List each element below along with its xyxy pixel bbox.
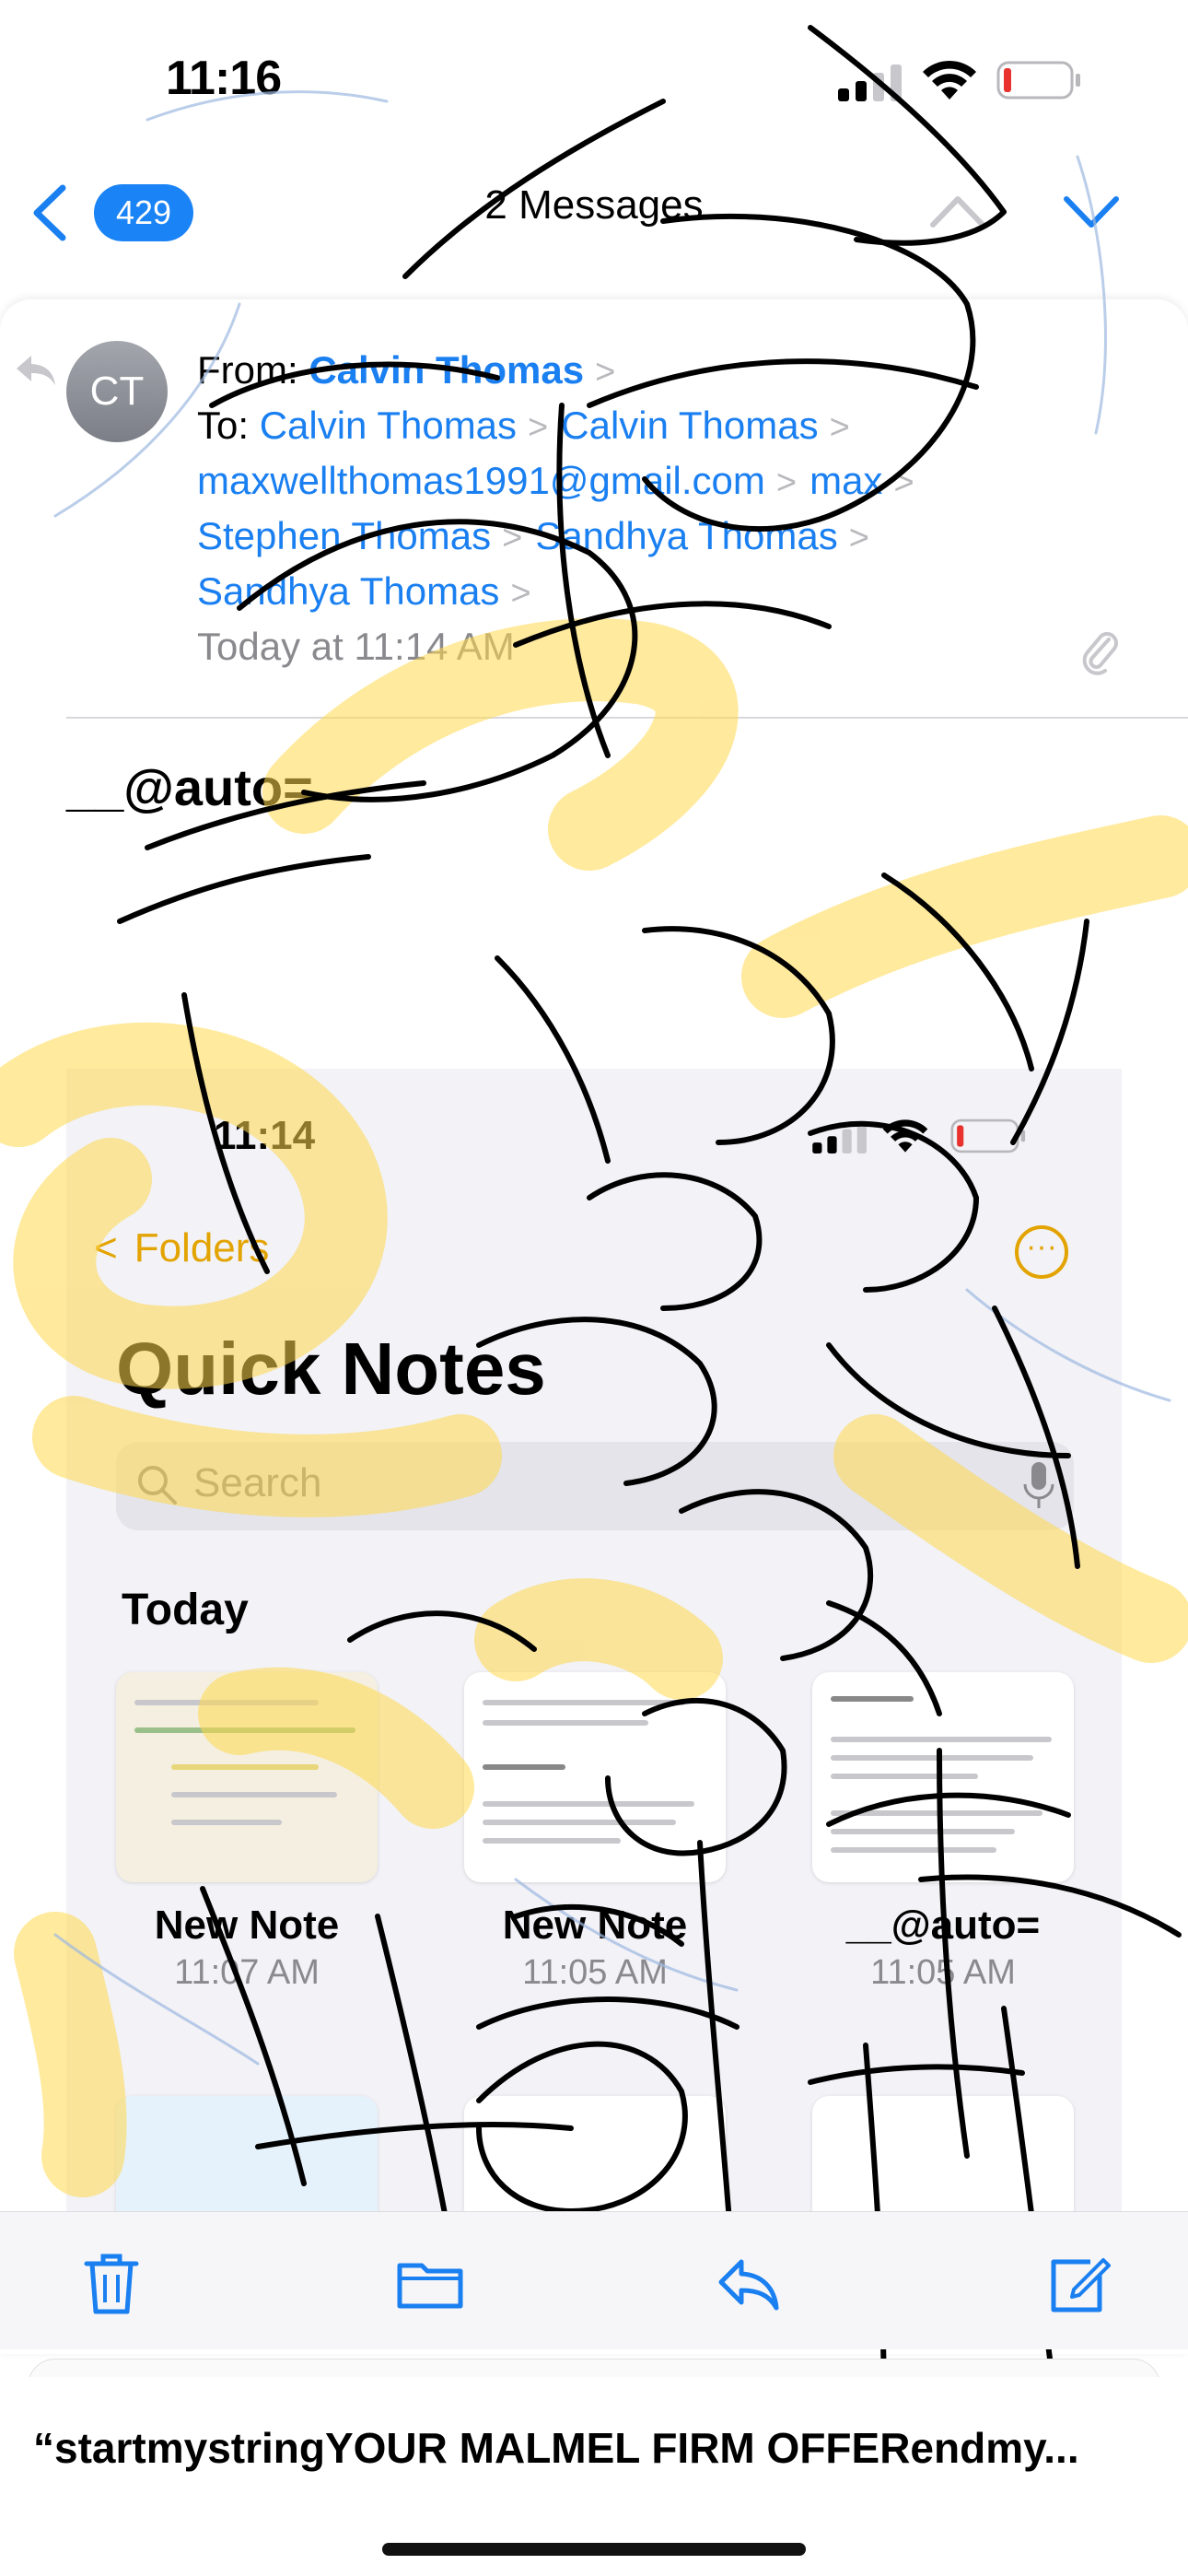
replied-arrow-icon <box>17 356 55 385</box>
sender-name[interactable]: Calvin Thomas <box>309 348 584 392</box>
from-label: From: <box>197 348 298 392</box>
header-divider <box>66 717 1188 719</box>
folder-icon[interactable] <box>396 2249 464 2317</box>
note-thumbnail <box>812 1672 1074 1882</box>
chevron-right-icon: > <box>528 408 549 447</box>
note-time: 11:07 AM <box>174 1953 320 1992</box>
chevron-right-icon: > <box>893 463 914 502</box>
chevron-right-icon: > <box>829 408 850 447</box>
cellular-signal-icon <box>812 1122 867 1153</box>
chevron-right-icon: > <box>502 519 523 557</box>
recipient[interactable]: maxwellthomas1991@gmail.com <box>197 459 765 502</box>
recipients-line: Sandhya Thomas > <box>197 564 1155 619</box>
note-thumbnail <box>812 2096 1074 2211</box>
next-message-chevron-icon[interactable] <box>1059 184 1124 240</box>
note-thumbnail <box>116 2096 378 2211</box>
status-time: 11:16 <box>166 52 282 105</box>
recipient[interactable]: Calvin Thomas <box>260 404 517 447</box>
note-title: New Note <box>502 1903 688 1948</box>
nav-title: 2 Messages <box>484 182 704 228</box>
search-icon <box>138 1466 177 1505</box>
recipients-line: Stephen Thomas > Sandhya Thomas > <box>197 509 1155 564</box>
embedded-status-time: 11:14 <box>214 1113 316 1158</box>
nav-bar: 429 2 Messages <box>0 157 1188 267</box>
compose-icon[interactable] <box>1042 2249 1111 2317</box>
search-placeholder: Search <box>193 1460 322 1505</box>
reply-icon[interactable] <box>714 2249 782 2317</box>
microphone-icon <box>1023 1462 1054 1508</box>
recipient[interactable]: max <box>809 459 882 502</box>
to-line: To: Calvin Thomas > Calvin Thomas > <box>197 398 1155 453</box>
embedded-screenshot[interactable]: 11:14 < Folders ··· Quick Notes Search To… <box>66 1069 1122 2211</box>
battery-low-icon <box>996 61 1080 100</box>
quick-notes-title: Quick Notes <box>116 1328 546 1410</box>
note-thumbnail <box>464 2096 726 2211</box>
notes-search-field: Search <box>116 1442 1074 1530</box>
recipients-line: maxwellthomas1991@gmail.com > max > <box>197 453 1155 509</box>
message-toolbar <box>0 2211 1188 2349</box>
section-header-today: Today <box>122 1586 249 1634</box>
next-message-subject: “startmystringYOUR MALMEL FIRM OFFERendm… <box>33 2424 1079 2472</box>
message-date: Today at 11:14 AM <box>197 625 515 668</box>
sender-avatar[interactable]: CT <box>66 341 168 442</box>
recipient[interactable]: Sandhya Thomas <box>535 514 837 557</box>
chevron-right-icon: > <box>595 353 616 392</box>
note-time: 11:05 AM <box>870 1953 1016 1992</box>
chevron-right-icon: > <box>775 463 798 502</box>
folders-label: Folders <box>134 1225 270 1270</box>
message-body-text: __@auto= <box>66 758 313 816</box>
status-bar: 11:16 <box>0 0 1188 157</box>
note-time: 11:05 AM <box>522 1953 668 1992</box>
paperclip-icon <box>1082 632 1118 675</box>
battery-low-icon <box>950 1118 1026 1153</box>
recipient[interactable]: Sandhya Thomas <box>197 569 499 613</box>
note-title: __@auto= <box>845 1903 1041 1948</box>
chevron-right-icon: > <box>848 519 869 557</box>
more-options-icon: ··· <box>1015 1225 1068 1279</box>
from-line: From: Calvin Thomas > <box>197 343 1155 398</box>
date-line: Today at 11:14 AM <box>197 619 1155 674</box>
message-header: From: Calvin Thomas > To: Calvin Thomas > C… <box>197 343 1155 674</box>
chevron-right-icon: > <box>510 574 531 613</box>
note-thumbnail <box>116 1672 378 1882</box>
wifi-icon <box>882 1119 928 1153</box>
folders-back-link: < Folders <box>94 1225 269 1271</box>
to-label: To: <box>197 404 250 447</box>
chevron-left-icon: < <box>94 1225 118 1270</box>
note-title: New Note <box>154 1903 340 1948</box>
recipient[interactable]: Stephen Thomas <box>197 514 491 557</box>
recipient[interactable]: Calvin Thomas <box>561 404 818 447</box>
home-indicator[interactable] <box>382 2543 806 2556</box>
previous-message-chevron-icon[interactable] <box>926 184 990 240</box>
cellular-signal-icon <box>838 64 902 101</box>
trash-icon[interactable] <box>77 2249 146 2317</box>
note-thumbnail <box>464 1672 726 1882</box>
wifi-icon <box>923 60 976 100</box>
